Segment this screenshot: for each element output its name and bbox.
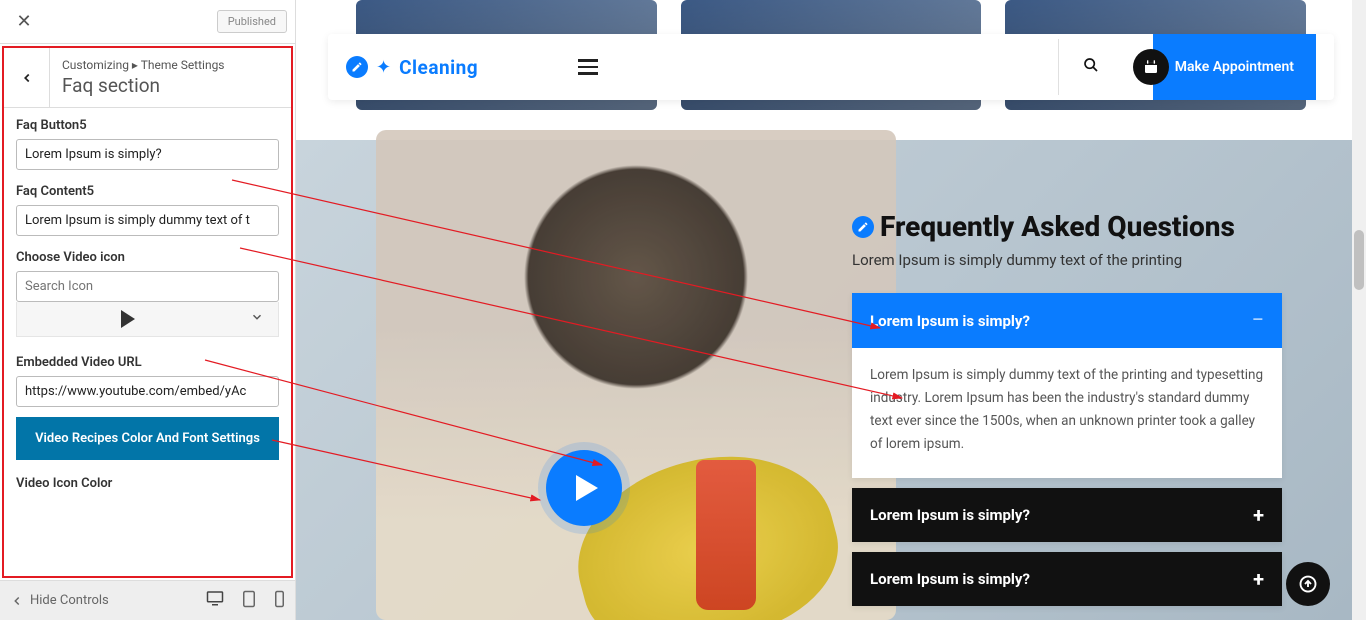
embedded-video-url-label: Embedded Video URL [16, 355, 279, 370]
minus-icon: − [1251, 308, 1264, 333]
faq-content5-input[interactable] [16, 205, 279, 236]
hero-image [376, 130, 896, 620]
scroll-to-top-button[interactable] [1286, 562, 1330, 606]
customizer-panel: ✕ Published Customizing ▸ Theme Settings… [0, 0, 296, 620]
search-icon[interactable] [1058, 39, 1123, 95]
breadcrumb: Customizing ▸ Theme Settings [62, 58, 225, 72]
video-play-button[interactable] [546, 450, 622, 526]
logo-text: Cleaning [399, 56, 478, 79]
phone-icon[interactable] [274, 590, 285, 612]
plus-icon: + [1253, 567, 1264, 591]
choose-video-icon-label: Choose Video icon [16, 250, 279, 265]
desktop-icon[interactable] [206, 590, 224, 612]
sparkle-icon: ✦ [376, 57, 391, 78]
panel-title: Faq section [62, 74, 225, 97]
preview-pane: ✦ Cleaning Make Appointment [296, 0, 1366, 620]
search-icon-input[interactable] [16, 271, 279, 302]
faq-item-body: Lorem Ipsum is simply dummy text of the … [852, 348, 1282, 478]
faq-item-header[interactable]: Lorem Ipsum is simply? + [852, 488, 1282, 542]
plus-icon: + [1253, 503, 1264, 527]
scrollbar[interactable] [1352, 0, 1366, 620]
published-button[interactable]: Published [217, 10, 287, 33]
hero-section: Frequently Asked Questions Lorem Ipsum i… [296, 140, 1352, 620]
close-icon[interactable]: ✕ [8, 6, 40, 38]
faq-button5-label: Faq Button5 [16, 118, 279, 133]
site-navbar: ✦ Cleaning Make Appointment [328, 34, 1334, 100]
scrollbar-thumb[interactable] [1354, 230, 1364, 290]
tablet-icon[interactable] [242, 590, 256, 612]
faq-section: Frequently Asked Questions Lorem Ipsum i… [852, 210, 1282, 616]
highlighted-region: Customizing ▸ Theme Settings Faq section… [2, 46, 293, 578]
faq-item-header[interactable]: Lorem Ipsum is simply? + [852, 552, 1282, 606]
faq-item-header[interactable]: Lorem Ipsum is simply? − [852, 293, 1282, 348]
device-switcher [206, 590, 285, 612]
faq-item: Lorem Ipsum is simply? + [852, 552, 1282, 606]
customizer-footer: Hide Controls [0, 580, 295, 620]
back-button[interactable] [4, 48, 50, 107]
video-settings-button[interactable]: Video Recipes Color And Font Settings [16, 417, 279, 460]
play-icon [576, 475, 598, 501]
make-appointment-button[interactable]: Make Appointment [1153, 34, 1316, 100]
calendar-icon[interactable] [1133, 49, 1169, 85]
panel-header: Customizing ▸ Theme Settings Faq section [4, 48, 291, 108]
customizer-topbar: ✕ Published [0, 0, 295, 44]
faq-subtitle: Lorem Ipsum is simply dummy text of the … [852, 251, 1282, 269]
site-logo[interactable]: ✦ Cleaning [346, 56, 478, 79]
faq-item-open: Lorem Ipsum is simply? − Lorem Ipsum is … [852, 293, 1282, 478]
faq-button5-input[interactable] [16, 139, 279, 170]
menu-icon[interactable] [578, 59, 598, 75]
icon-picker-row[interactable] [16, 302, 279, 337]
hide-controls-button[interactable]: Hide Controls [10, 593, 109, 608]
embedded-video-url-input[interactable] [16, 376, 279, 407]
faq-content5-label: Faq Content5 [16, 184, 279, 199]
video-icon-color-label: Video Icon Color [16, 476, 279, 491]
faq-item: Lorem Ipsum is simply? + [852, 488, 1282, 542]
edit-icon[interactable] [852, 216, 874, 238]
edit-icon[interactable] [346, 56, 368, 78]
chevron-down-icon[interactable] [250, 310, 264, 328]
faq-title: Frequently Asked Questions [880, 210, 1235, 243]
play-icon [121, 310, 135, 328]
